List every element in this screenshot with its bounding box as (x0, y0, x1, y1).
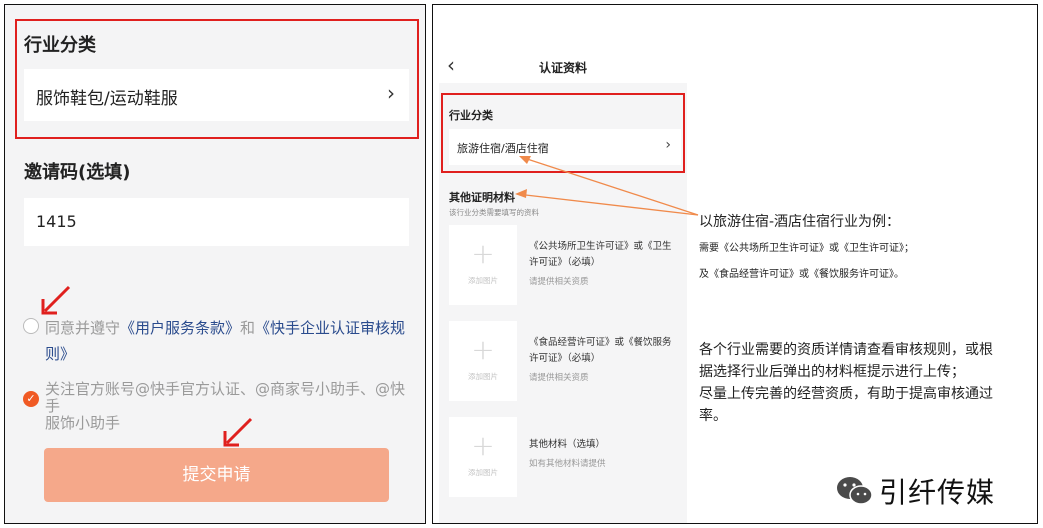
left-screenshot-panel: 行业分类 服饰鞋包/运动鞋服 › 邀请码(选填) 1415 同意并遵守《用户服务… (4, 4, 426, 524)
note-paragraph: 各个行业需要的资质详情请查看审核规则，或根 据选择行业后弹出的材料框提示进行上传… (699, 339, 1019, 427)
industry-select[interactable]: 服饰鞋包/运动鞋服 › (24, 69, 409, 121)
note-paragraph-line3: 尽量上传完善的经营资质，有助于提高审核通过 (699, 386, 993, 402)
note-title: 以旅游住宿-酒店住宿行业为例： (699, 214, 901, 230)
follow-line2: 服饰小助手 (45, 414, 121, 432)
note-paragraph-line1: 各个行业需要的资质详情请查看审核规则，或根 (699, 342, 993, 358)
agree-and: 和 (240, 319, 256, 337)
note-paragraph-line2: 据选择行业后弹出的材料框提示进行上传； (699, 364, 965, 380)
user-terms-link[interactable]: 《用户服务条款》 (120, 319, 240, 337)
follow-checkbox[interactable]: ✓ (23, 391, 39, 407)
brand-name: 引纤传媒 (879, 476, 996, 509)
agree-radio[interactable] (23, 318, 39, 334)
invite-code-input[interactable]: 1415 (24, 198, 409, 246)
submit-button[interactable]: 提交申请 (44, 448, 389, 502)
follow-line1: 关注官方账号@快手官方认证、@商家号小助手、@快手 (45, 380, 406, 415)
brand-watermark: 引纤传媒 (835, 471, 995, 511)
industry-title: 行业分类 (24, 35, 96, 56)
agree-prefix: 同意并遵守 (45, 319, 121, 337)
audit-rules-link[interactable]: 《快手企业认证审核规 (255, 319, 405, 337)
agree-text: 同意并遵守《用户服务条款》和《快手企业认证审核规 则》 (45, 315, 415, 367)
audit-rules-link-cont[interactable]: 则》 (45, 345, 75, 363)
right-screenshot-panel: ‹ 认证资料 行业分类 旅游住宿/酒店住宿 › 其他证明材料 该行业分类需要填写… (432, 4, 1038, 524)
red-arrow-annotation-2 (223, 417, 253, 447)
wechat-icon (837, 477, 873, 505)
red-arrow-annotation (41, 285, 71, 315)
note-paragraph-line4: 率。 (699, 408, 727, 424)
note-line1: 需要《公共场所卫生许可证》或《卫生许可证》； (699, 243, 914, 254)
note-line2: 及《食品经营许可证》或《餐饮服务许可证》。 (699, 269, 904, 280)
invite-code-value: 1415 (36, 212, 77, 231)
invite-title: 邀请码(选填) (24, 162, 131, 183)
industry-value: 服饰鞋包/运动鞋服 (36, 89, 178, 109)
chevron-right-icon: › (387, 81, 395, 105)
